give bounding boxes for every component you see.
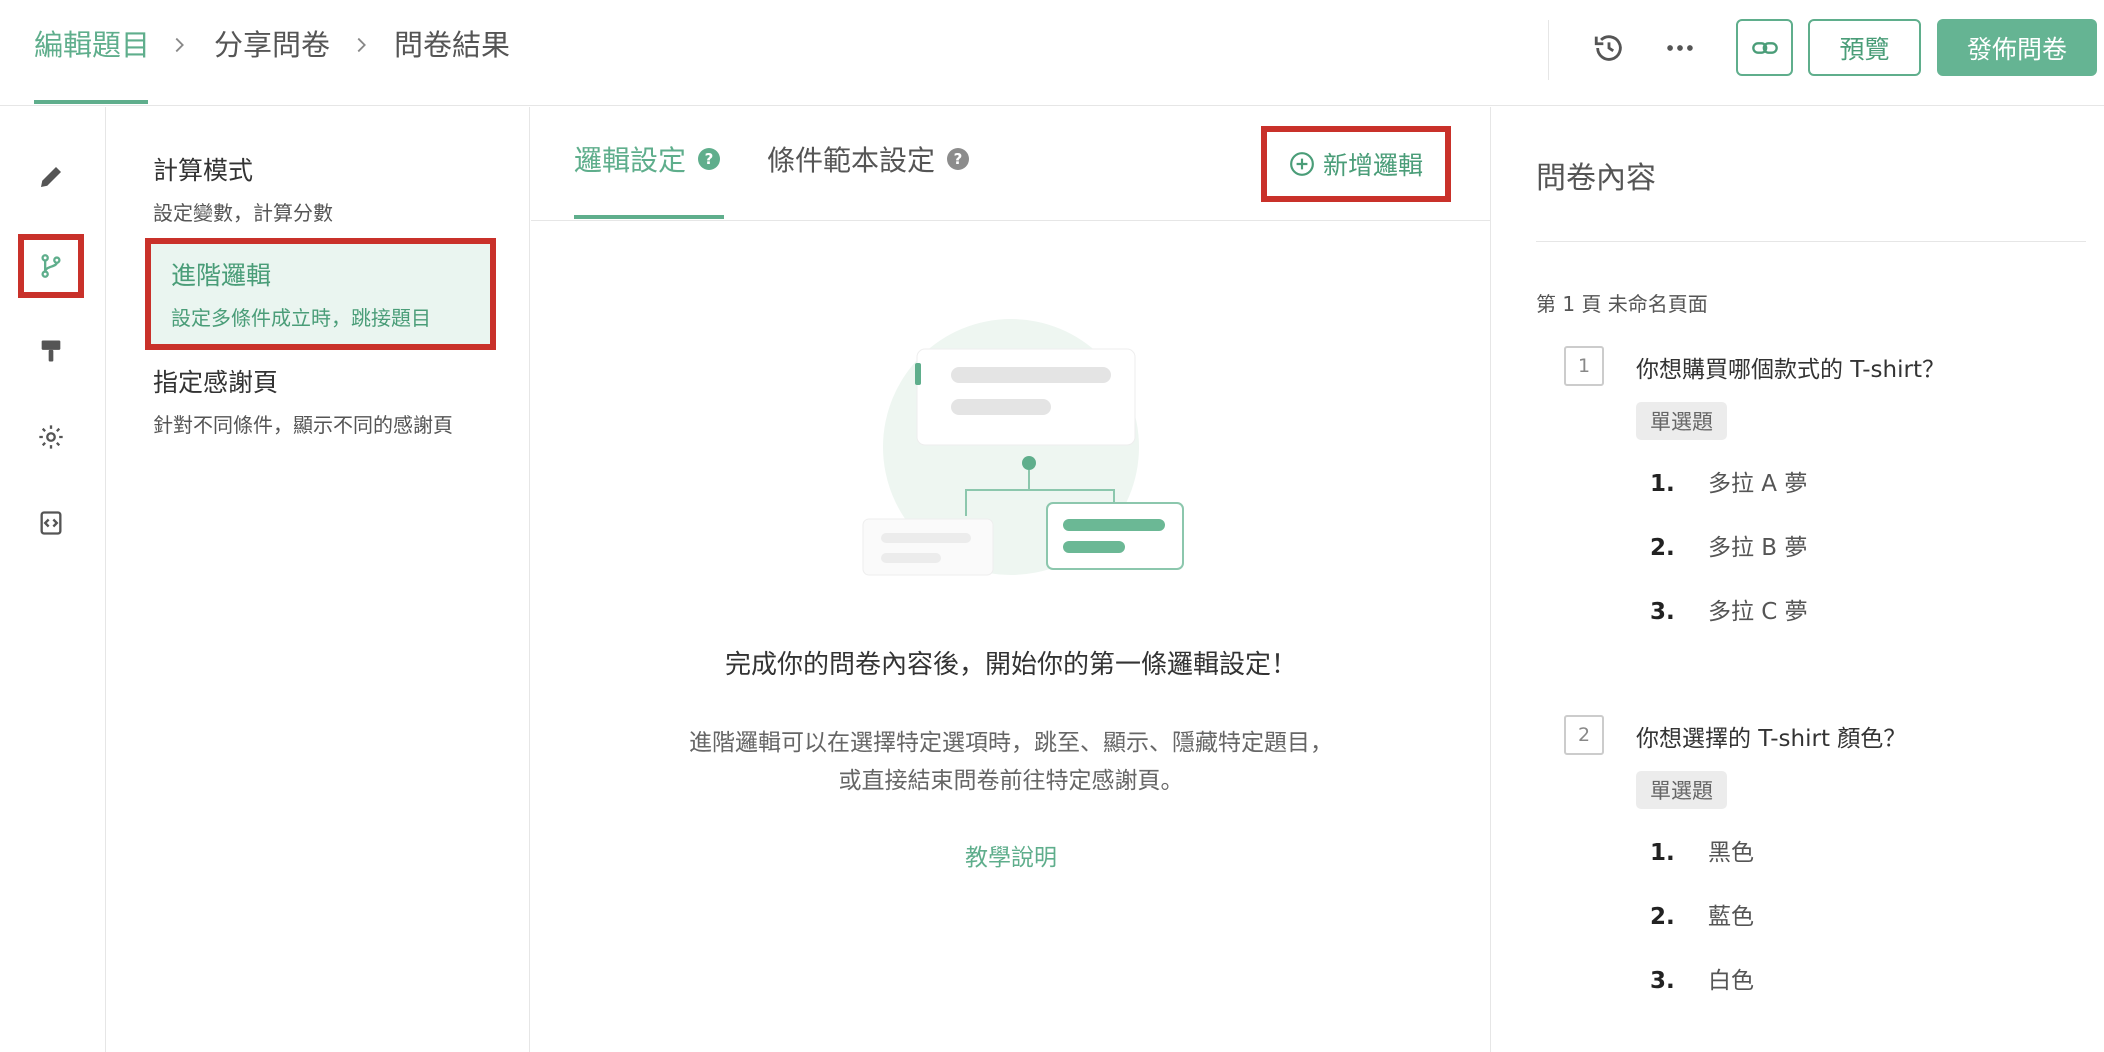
tab-condition-templates[interactable]: 條件範本設定 ? bbox=[767, 139, 970, 179]
option-number: 3. bbox=[1650, 599, 1675, 625]
mode-desc: 設定多條件成立時，跳接題目 bbox=[171, 306, 431, 330]
question-type-badge: 單選題 bbox=[1636, 402, 1727, 440]
chevron-right-icon bbox=[357, 37, 366, 53]
option-number: 2. bbox=[1650, 904, 1675, 930]
list-item: 1. 黑色 bbox=[1650, 833, 1754, 867]
question-number: 1 bbox=[1564, 346, 1604, 386]
mode-desc: 針對不同條件，顯示不同的感謝頁 bbox=[153, 413, 453, 437]
logic-mode-panel: 計算模式 設定變數，計算分數 進階邏輯 設定多條件成立時，跳接題目 指定感謝頁 … bbox=[107, 107, 530, 1052]
logic-editor: 邏輯設定 ? 條件範本設定 ? 新增邏輯 完成你的問卷內容後，開始你的第一條邏輯… bbox=[531, 107, 1491, 1052]
add-logic-label: 新增邏輯 bbox=[1322, 151, 1423, 180]
publish-survey-button[interactable]: 發佈問卷 bbox=[1937, 19, 2097, 76]
breadcrumb-edit-questions[interactable]: 編輯題目 bbox=[34, 0, 150, 106]
history-button[interactable] bbox=[1583, 22, 1635, 74]
left-icon-rail bbox=[0, 107, 106, 1052]
link-icon bbox=[1751, 41, 1778, 54]
top-bar: 編輯題目 分享問卷 問卷結果 預覽 發佈問卷 bbox=[0, 0, 2104, 106]
history-icon bbox=[1594, 35, 1622, 61]
option-text: 白色 bbox=[1708, 968, 1754, 994]
option-number: 3. bbox=[1650, 968, 1675, 994]
breadcrumb-survey-results[interactable]: 問卷結果 bbox=[394, 0, 510, 106]
tab-label: 邏輯設定 bbox=[574, 144, 687, 177]
gear-icon bbox=[39, 425, 63, 449]
more-horizontal-icon bbox=[1667, 45, 1693, 51]
code-file-icon bbox=[40, 511, 62, 535]
option-text: 多拉 A 夢 bbox=[1708, 471, 1808, 497]
rail-embed[interactable] bbox=[18, 491, 84, 555]
option-text: 多拉 B 夢 bbox=[1708, 535, 1808, 561]
option-number: 2. bbox=[1650, 535, 1675, 561]
list-item: 3. 多拉 C 夢 bbox=[1650, 592, 1808, 626]
tutorial-link[interactable]: 教學說明 bbox=[531, 838, 1491, 872]
pencil-icon bbox=[41, 167, 61, 187]
more-options-button[interactable] bbox=[1654, 22, 1706, 74]
tab-logic-settings[interactable]: 邏輯設定 ? bbox=[574, 139, 721, 179]
plus-circle-icon bbox=[1290, 152, 1314, 176]
list-item: 2. 多拉 B 夢 bbox=[1650, 528, 1807, 562]
list-item: 2. 藍色 bbox=[1650, 897, 1754, 931]
mode-title: 計算模式 bbox=[153, 156, 254, 185]
breadcrumb-active-underline bbox=[34, 100, 148, 104]
mode-calculation[interactable]: 計算模式 設定變數，計算分數 bbox=[153, 151, 493, 229]
mode-thank-you-page[interactable]: 指定感謝頁 針對不同條件，顯示不同的感謝頁 bbox=[153, 363, 453, 441]
question-number: 2 bbox=[1564, 715, 1604, 755]
branch-icon bbox=[41, 254, 61, 278]
paint-roller-icon bbox=[41, 340, 61, 362]
mode-desc: 設定變數，計算分數 bbox=[153, 201, 333, 225]
rail-theme[interactable] bbox=[18, 319, 84, 383]
mode-title: 指定感謝頁 bbox=[153, 368, 279, 397]
help-icon[interactable]: ? bbox=[698, 148, 721, 170]
tab-label: 條件範本設定 bbox=[767, 144, 936, 177]
option-number: 1. bbox=[1650, 471, 1675, 497]
option-number: 1. bbox=[1650, 840, 1675, 866]
rail-logic[interactable] bbox=[18, 234, 84, 298]
breadcrumb-share-survey[interactable]: 分享問卷 bbox=[214, 0, 330, 106]
panel-title: 問卷內容 bbox=[1536, 161, 1656, 196]
rail-edit[interactable] bbox=[18, 145, 84, 209]
question-type-badge: 單選題 bbox=[1636, 771, 1727, 809]
list-item: 3. 白色 bbox=[1650, 961, 1754, 995]
copy-link-button[interactable] bbox=[1736, 19, 1793, 76]
mode-title: 進階邏輯 bbox=[171, 261, 272, 290]
mode-advanced-logic[interactable]: 進階邏輯 設定多條件成立時，跳接題目 bbox=[145, 238, 496, 350]
preview-button[interactable]: 預覽 bbox=[1808, 19, 1921, 76]
active-tab-underline bbox=[574, 215, 724, 219]
survey-content-panel: 問卷內容 第 1 頁 未命名頁面 1 你想購買哪個款式的 T-shirt？ 單選… bbox=[1492, 107, 2104, 1052]
chevron-right-icon bbox=[175, 37, 184, 53]
empty-state-title: 完成你的問卷內容後，開始你的第一條邏輯設定！ bbox=[724, 650, 1297, 680]
panel-divider bbox=[1536, 241, 2086, 242]
logic-tabs: 邏輯設定 ? 條件範本設定 ? 新增邏輯 bbox=[531, 107, 1491, 221]
page-label: 第 1 頁 未命名頁面 bbox=[1536, 292, 1708, 316]
option-text: 黑色 bbox=[1708, 840, 1754, 866]
add-logic-button[interactable]: 新增邏輯 bbox=[1261, 126, 1451, 202]
rail-settings[interactable] bbox=[18, 405, 84, 469]
question-title[interactable]: 你想購買哪個款式的 T-shirt？ bbox=[1636, 350, 1945, 384]
question-title[interactable]: 你想選擇的 T-shirt 顏色？ bbox=[1636, 719, 1906, 753]
option-text: 多拉 C 夢 bbox=[1708, 599, 1808, 625]
option-text: 藍色 bbox=[1708, 904, 1754, 930]
list-item: 1. 多拉 A 夢 bbox=[1650, 464, 1807, 498]
empty-state-description: 進階邏輯可以在選擇特定選項時，跳至、顯示、隱藏特定題目，或直接結束問卷前往特定感… bbox=[689, 730, 1333, 794]
header-divider bbox=[1548, 20, 1549, 80]
logic-flow-illustration-icon bbox=[862, 319, 1184, 576]
help-icon[interactable]: ? bbox=[947, 148, 970, 170]
